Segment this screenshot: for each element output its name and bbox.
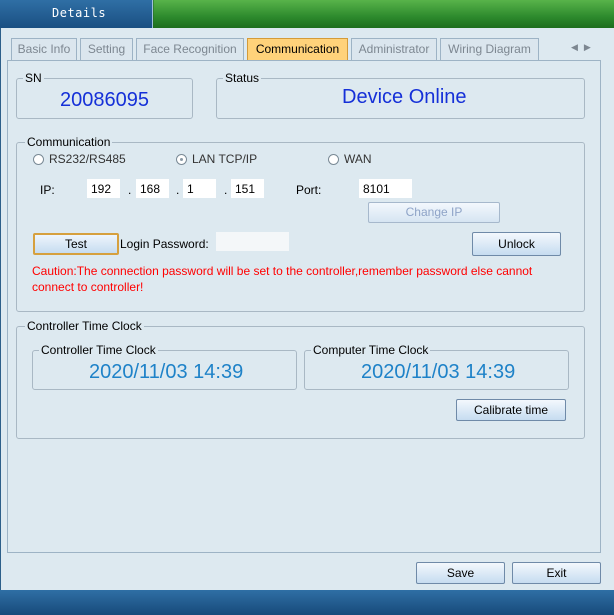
tab-administrator[interactable]: Administrator bbox=[351, 38, 437, 60]
tab-face-recognition[interactable]: Face Recognition bbox=[136, 38, 244, 60]
communication-legend: Communication bbox=[25, 135, 113, 149]
radio-lan-circle bbox=[176, 153, 187, 165]
computer-clock-legend: Computer Time Clock bbox=[311, 343, 431, 357]
port-label: Port: bbox=[296, 183, 322, 197]
radio-rs232[interactable]: RS232/RS485 bbox=[33, 152, 126, 166]
chevron-left-icon[interactable]: ◀ bbox=[571, 42, 584, 52]
window-title: Details bbox=[0, 0, 153, 28]
controller-clock-legend: Controller Time Clock bbox=[39, 343, 158, 357]
status-group: Status Device Online bbox=[216, 71, 585, 119]
radio-lan[interactable]: LAN TCP/IP bbox=[176, 152, 257, 166]
title-bar-fill bbox=[154, 0, 614, 28]
tab-setting[interactable]: Setting bbox=[80, 38, 133, 60]
save-button[interactable]: Save bbox=[416, 562, 505, 584]
computer-clock-value: 2020/11/03 14:39 bbox=[361, 361, 516, 383]
ip-octet-1[interactable]: 192 bbox=[87, 179, 120, 198]
radio-lan-label: LAN TCP/IP bbox=[192, 152, 258, 166]
tab-scroll-arrows: ◀▶ bbox=[571, 42, 597, 53]
radio-wan[interactable]: WAN bbox=[328, 152, 372, 166]
sn-value: 20086095 bbox=[60, 89, 149, 111]
test-button[interactable]: Test bbox=[33, 233, 119, 255]
ip-separator-3: . bbox=[224, 183, 228, 197]
port-field[interactable]: 8101 bbox=[359, 179, 412, 198]
ip-octet-4[interactable]: 151 bbox=[231, 179, 264, 198]
login-password-label: Login Password: bbox=[120, 237, 209, 251]
clock-legend: Controller Time Clock bbox=[25, 319, 144, 333]
controller-clock-group: Controller Time Clock 2020/11/03 14:39 bbox=[32, 343, 297, 390]
ip-separator-1: . bbox=[128, 183, 132, 197]
radio-rs232-label: RS232/RS485 bbox=[49, 152, 126, 166]
controller-clock-value: 2020/11/03 14:39 bbox=[89, 361, 244, 383]
sn-group: SN 20086095 bbox=[16, 71, 193, 119]
tab-communication[interactable]: Communication bbox=[247, 38, 348, 60]
change-ip-button[interactable]: Change IP bbox=[368, 202, 500, 223]
bottom-bar bbox=[0, 590, 614, 615]
caution-message: Caution:The connection password will be … bbox=[32, 264, 533, 294]
status-legend: Status bbox=[223, 71, 262, 85]
tab-wiring-diagram[interactable]: Wiring Diagram bbox=[440, 38, 539, 60]
radio-wan-label: WAN bbox=[344, 152, 372, 166]
computer-clock-group: Computer Time Clock 2020/11/03 14:39 bbox=[304, 343, 569, 390]
ip-octet-2[interactable]: 168 bbox=[136, 179, 169, 198]
radio-wan-circle bbox=[328, 153, 339, 165]
ip-label: IP: bbox=[40, 183, 55, 197]
exit-button[interactable]: Exit bbox=[512, 562, 601, 584]
ip-octet-3[interactable]: 1 bbox=[183, 179, 216, 198]
radio-rs232-circle bbox=[33, 153, 44, 165]
login-password-field[interactable] bbox=[216, 232, 289, 251]
ip-separator-2: . bbox=[176, 183, 180, 197]
tab-basic-info[interactable]: Basic Info bbox=[11, 38, 77, 60]
unlock-button[interactable]: Unlock bbox=[472, 232, 561, 256]
calibrate-time-button[interactable]: Calibrate time bbox=[456, 399, 566, 421]
chevron-right-icon[interactable]: ▶ bbox=[584, 42, 597, 52]
status-value: Device Online bbox=[342, 86, 467, 108]
sn-legend: SN bbox=[23, 71, 44, 85]
title-bar: Details bbox=[0, 0, 614, 28]
